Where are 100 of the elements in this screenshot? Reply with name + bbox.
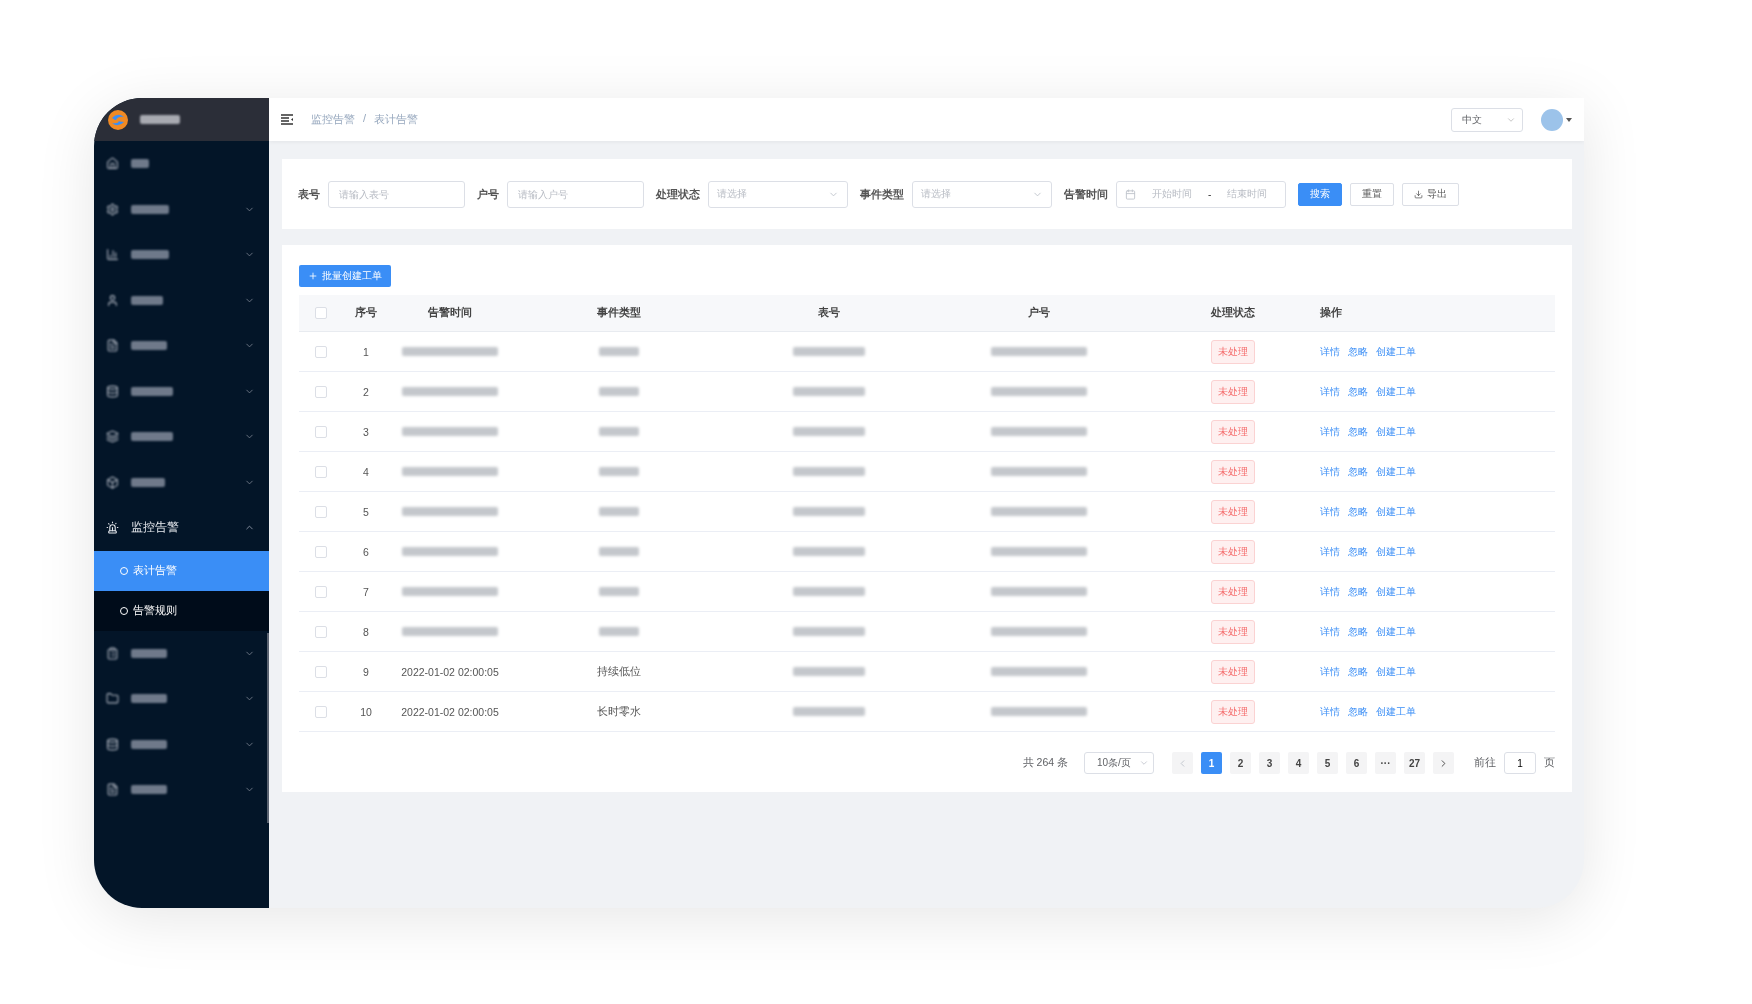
action-link[interactable]: 创建工单	[1376, 584, 1416, 599]
action-link[interactable]: 详情	[1320, 424, 1340, 439]
checkbox[interactable]	[315, 665, 327, 678]
action-link[interactable]: 忽略	[1348, 424, 1368, 439]
breadcrumb-item[interactable]: 监控告警	[311, 112, 355, 127]
search-button[interactable]: 搜索	[1298, 182, 1342, 206]
page-button[interactable]: 5	[1317, 752, 1338, 774]
page-button[interactable]: 27	[1404, 752, 1425, 774]
download-icon	[1414, 189, 1423, 199]
language-select[interactable]: 中文	[1451, 107, 1523, 132]
next-page-button[interactable]	[1433, 752, 1454, 774]
scrollbar[interactable]	[267, 633, 269, 823]
page-button[interactable]: 2	[1230, 752, 1251, 774]
action-link[interactable]: 创建工单	[1376, 504, 1416, 519]
page-button[interactable]: 3	[1259, 752, 1280, 774]
action-link[interactable]: 忽略	[1348, 544, 1368, 559]
input-field[interactable]: 请输入户号	[507, 180, 644, 208]
blurred-text	[598, 427, 639, 436]
blurred-icon	[106, 248, 119, 262]
field-label: 表号	[298, 186, 320, 202]
action-link[interactable]: 创建工单	[1376, 384, 1416, 399]
blurred-icon	[106, 475, 119, 489]
date-range-field[interactable]: 开始时间 - 结束时间	[1116, 180, 1286, 208]
reset-button[interactable]: 重置	[1350, 182, 1394, 206]
export-button[interactable]: 导出	[1402, 182, 1459, 206]
blurred-icon	[106, 202, 119, 216]
checkbox[interactable]	[315, 425, 327, 438]
page-button[interactable]: 4	[1288, 752, 1309, 774]
action-link[interactable]: 详情	[1320, 624, 1340, 639]
action-link[interactable]: 忽略	[1348, 464, 1368, 479]
submenu-item[interactable]: 表计告警	[94, 550, 269, 591]
action-link[interactable]: 忽略	[1348, 384, 1368, 399]
checkbox[interactable]	[315, 345, 327, 358]
action-link[interactable]: 创建工单	[1376, 664, 1416, 679]
prev-page-button[interactable]	[1172, 752, 1193, 774]
blurred-text	[793, 467, 865, 476]
page-input[interactable]: 1	[1504, 752, 1536, 774]
action-link[interactable]: 忽略	[1348, 584, 1368, 599]
menu-fold-icon[interactable]	[281, 114, 293, 125]
page-button[interactable]: 1	[1201, 752, 1222, 774]
action-link[interactable]: 创建工单	[1376, 624, 1416, 639]
blurred-icon	[106, 384, 119, 398]
status-tag: 未处理	[1211, 499, 1255, 524]
blurred-text	[793, 427, 865, 436]
action-link[interactable]: 忽略	[1348, 344, 1368, 359]
table-cell: 持续低位	[596, 664, 641, 679]
status-tag: 未处理	[1211, 699, 1255, 724]
action-link[interactable]: 详情	[1320, 704, 1340, 719]
page-button[interactable]: 6	[1346, 752, 1367, 774]
select-field[interactable]: 请选择	[708, 180, 848, 208]
table-cell: 9	[363, 665, 369, 678]
table-cell: 4	[363, 465, 369, 478]
action-link[interactable]: 创建工单	[1376, 424, 1416, 439]
alarm-icon	[106, 521, 119, 535]
action-link[interactable]: 详情	[1320, 464, 1340, 479]
field-label: 户号	[477, 186, 499, 202]
action-link[interactable]: 创建工单	[1376, 464, 1416, 479]
action-link[interactable]: 详情	[1320, 544, 1340, 559]
action-link[interactable]: 详情	[1320, 584, 1340, 599]
checkbox[interactable]	[315, 705, 327, 718]
checkbox[interactable]	[315, 307, 327, 319]
action-link[interactable]: 忽略	[1348, 704, 1368, 719]
blurred-icon	[106, 293, 119, 307]
action-link[interactable]: 详情	[1320, 504, 1340, 519]
field-label: 告警时间	[1064, 186, 1108, 202]
checkbox[interactable]	[315, 585, 327, 598]
blurred-icon	[106, 157, 119, 171]
action-link[interactable]: 忽略	[1348, 624, 1368, 639]
blurred-text	[793, 547, 865, 556]
action-link[interactable]: 详情	[1320, 664, 1340, 679]
action-link[interactable]: 忽略	[1348, 504, 1368, 519]
batch-create-button[interactable]: 批量创建工单	[299, 265, 391, 287]
menu-item[interactable]: 监控告警	[94, 505, 269, 551]
page-button[interactable]: ···	[1375, 752, 1396, 774]
status-tag: 未处理	[1211, 659, 1255, 684]
column-header: 户号	[1028, 306, 1050, 320]
action-link[interactable]: 创建工单	[1376, 344, 1416, 359]
page-size-select[interactable]: 10条/页	[1084, 752, 1154, 774]
status-tag: 未处理	[1211, 539, 1255, 564]
column-header: 事件类型	[596, 306, 641, 320]
checkbox[interactable]	[315, 505, 327, 518]
checkbox[interactable]	[315, 465, 327, 478]
field-label: 事件类型	[860, 186, 904, 202]
input-field[interactable]: 请输入表号	[328, 180, 465, 208]
checkbox[interactable]	[315, 625, 327, 638]
action-link[interactable]: 忽略	[1348, 664, 1368, 679]
action-link[interactable]: 详情	[1320, 344, 1340, 359]
table-cell: 3	[363, 425, 369, 438]
submenu-item[interactable]: 告警规则	[94, 590, 269, 631]
blurred-text	[793, 627, 865, 636]
blurred-text	[793, 587, 865, 596]
checkbox[interactable]	[315, 385, 327, 398]
caret-icon[interactable]	[1566, 117, 1572, 122]
action-link[interactable]: 详情	[1320, 384, 1340, 399]
action-link[interactable]: 创建工单	[1376, 704, 1416, 719]
action-link[interactable]: 创建工单	[1376, 544, 1416, 559]
table-cell: 长时零水	[596, 704, 641, 719]
status-tag: 未处理	[1211, 619, 1255, 644]
checkbox[interactable]	[315, 545, 327, 558]
select-field[interactable]: 请选择	[912, 180, 1052, 208]
